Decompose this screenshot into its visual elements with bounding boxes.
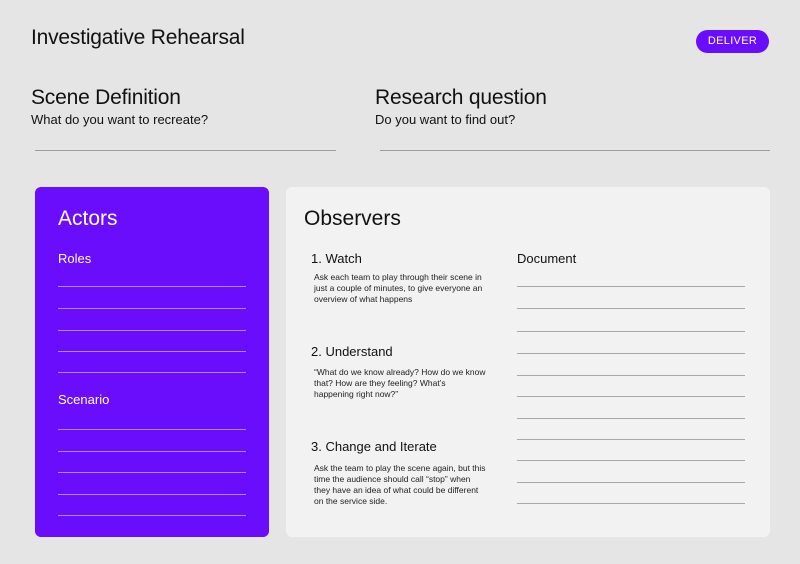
scenario-line[interactable]: [58, 451, 246, 452]
actors-title: Actors: [58, 207, 118, 230]
step-watch-description: Ask each team to play through their scen…: [314, 272, 483, 304]
scenario-line[interactable]: [58, 515, 246, 516]
scenario-line[interactable]: [58, 472, 246, 473]
roles-line[interactable]: [58, 351, 246, 352]
actors-card: Actors Roles Scenario: [35, 187, 269, 537]
step-understand-description: “What do we know already? How do we know…: [314, 367, 486, 399]
research-question-input-line[interactable]: [380, 150, 770, 151]
document-label: Document: [517, 251, 577, 266]
step-change-title: 3. Change and Iterate: [311, 439, 437, 454]
document-line[interactable]: [517, 482, 745, 483]
observers-card: Observers 1. Watch Ask each team to play…: [286, 187, 770, 537]
document-line[interactable]: [517, 353, 745, 354]
document-line[interactable]: [517, 396, 745, 397]
document-line[interactable]: [517, 331, 745, 332]
scene-definition-title: Scene Definition: [31, 86, 181, 109]
step-change-description: Ask the team to play the scene again, bu…: [314, 463, 486, 506]
deliver-button[interactable]: DELIVER: [696, 30, 769, 53]
observers-title: Observers: [304, 207, 401, 230]
roles-line[interactable]: [58, 308, 246, 309]
document-line[interactable]: [517, 308, 745, 309]
roles-label: Roles: [58, 251, 92, 266]
scenario-line[interactable]: [58, 494, 246, 495]
scene-definition-input-line[interactable]: [35, 150, 336, 151]
research-question-title: Research question: [375, 86, 547, 109]
document-line[interactable]: [517, 503, 745, 504]
document-line[interactable]: [517, 375, 745, 376]
research-question-subtitle: Do you want to find out?: [375, 112, 516, 127]
scene-definition-subtitle: What do you want to recreate?: [31, 112, 209, 127]
step-watch-title: 1. Watch: [311, 251, 362, 266]
roles-line[interactable]: [58, 372, 246, 373]
roles-line[interactable]: [58, 330, 246, 331]
page-title: Investigative Rehearsal: [31, 26, 245, 49]
step-understand-title: 2. Understand: [311, 344, 393, 359]
scenario-label: Scenario: [58, 392, 110, 407]
roles-line[interactable]: [58, 286, 246, 287]
scenario-line[interactable]: [58, 429, 246, 430]
document-line[interactable]: [517, 286, 745, 287]
document-line[interactable]: [517, 460, 745, 461]
document-line[interactable]: [517, 439, 745, 440]
document-line[interactable]: [517, 418, 745, 419]
